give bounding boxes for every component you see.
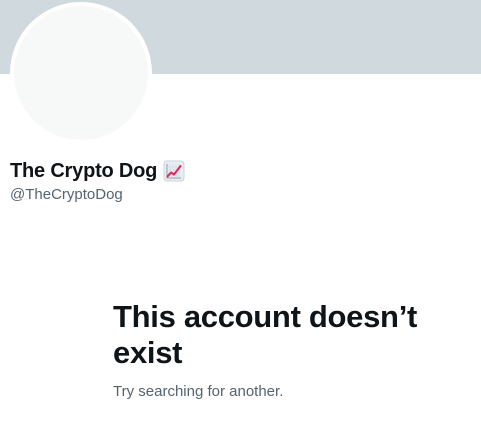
display-name: The Crypto Dog: [10, 159, 158, 182]
empty-state-title: This account doesn’t exist: [113, 299, 418, 370]
profile-page: The Crypto Dog @TheCryptoDog This accoun…: [0, 0, 481, 432]
chart-increasing-icon: [163, 160, 185, 182]
profile-handle: @TheCryptoDog: [10, 186, 123, 203]
profile-name-row: The Crypto Dog: [10, 157, 185, 185]
empty-state: This account doesn’t exist Try searching…: [113, 299, 463, 400]
empty-state-subtitle: Try searching for another.: [113, 383, 284, 400]
avatar: [10, 2, 152, 144]
